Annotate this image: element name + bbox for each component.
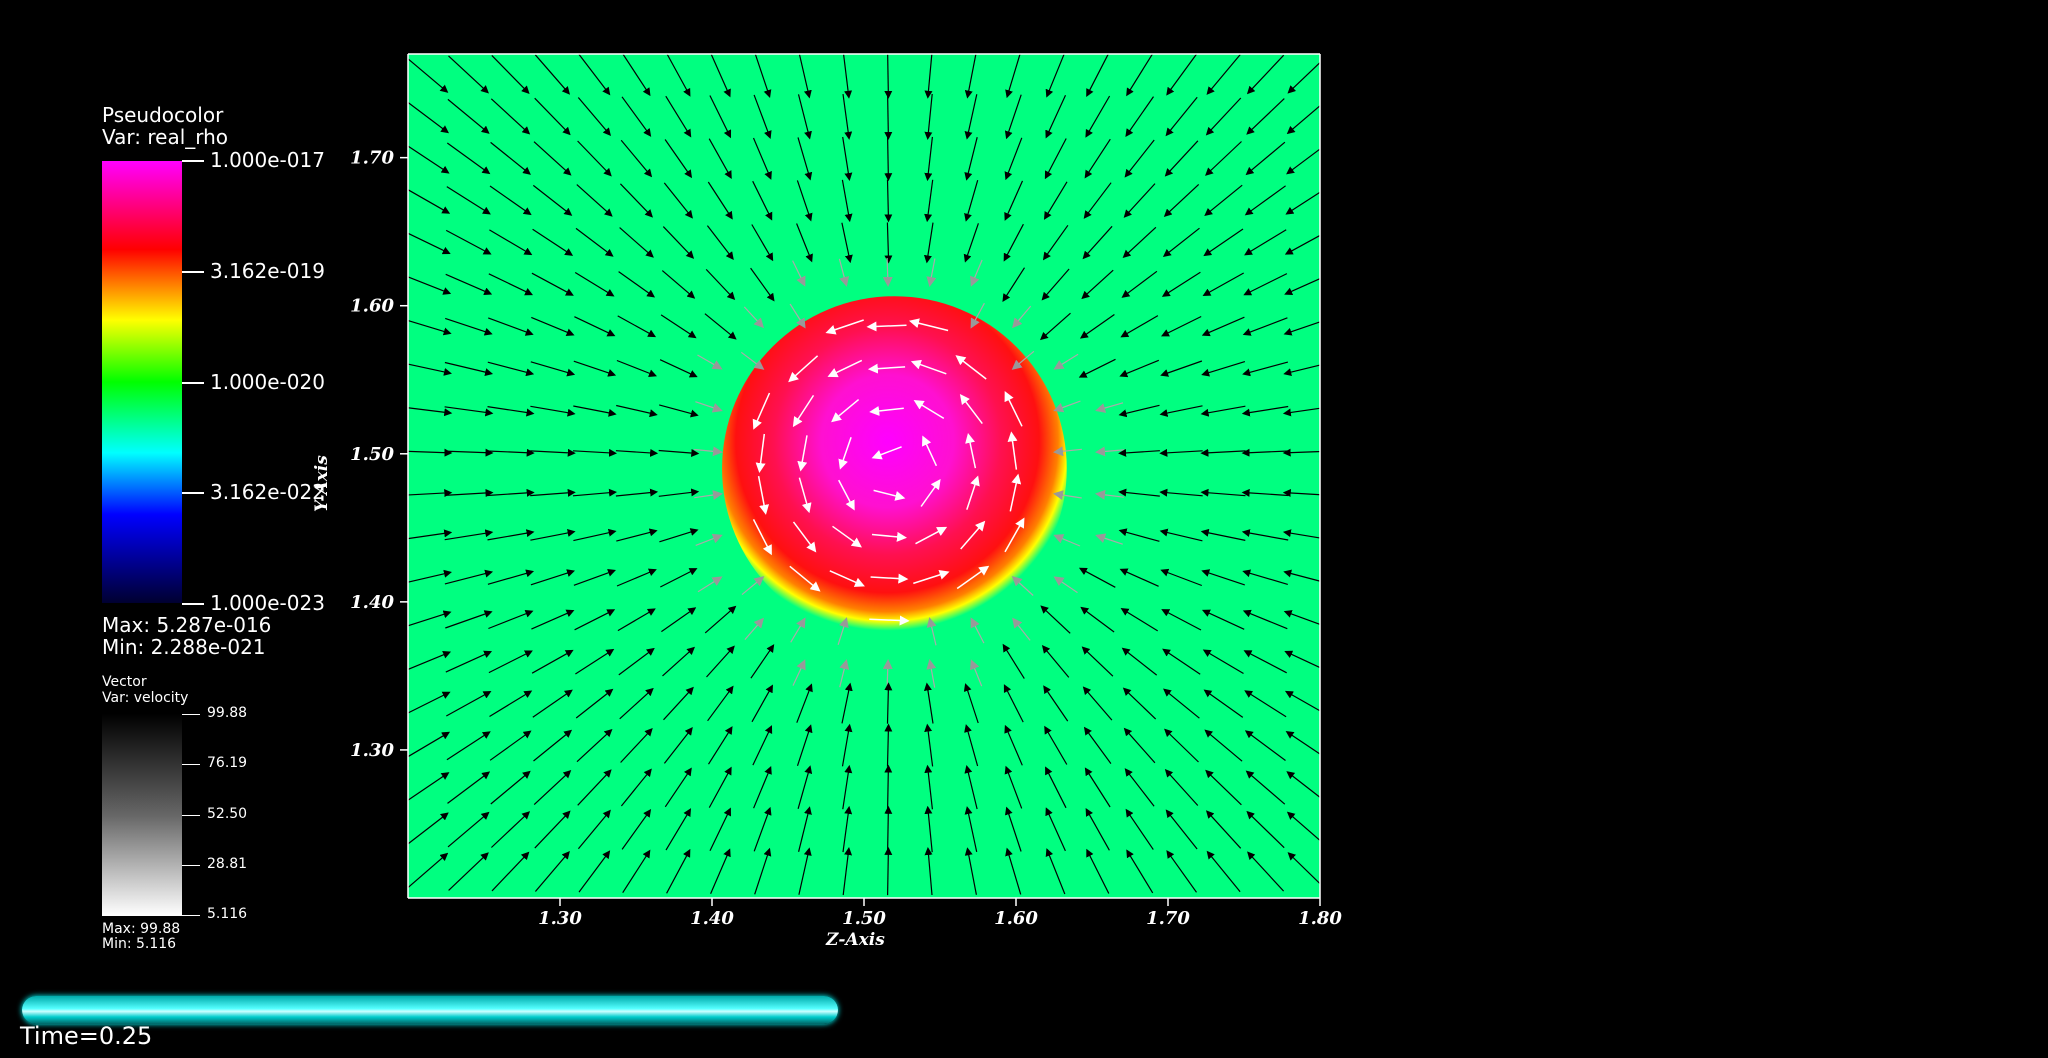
y-axis-title: Y-Axis [312,455,332,512]
velocity-arrow [884,136,893,182]
time-label: Time=0.25 [20,1022,153,1050]
x-tick-label: 1.40 [690,908,734,929]
x-tick-label: 1.80 [1298,908,1342,929]
x-tick-label: 1.30 [538,908,582,929]
density-blob [722,296,1067,641]
velocity-arrow [884,846,893,896]
x-tick-label: 1.50 [842,908,886,929]
y-tick-label: 1.30 [350,740,394,761]
velocity-arrow [884,51,893,99]
velocity-arrow [884,764,893,810]
y-tick-label: 1.40 [350,592,394,613]
x-tick-label: 1.70 [1146,908,1190,929]
time-progress-bar [22,996,838,1024]
y-tick-label: 1.70 [350,148,394,169]
x-axis-title: Z-Axis [826,930,885,950]
x-tick-label: 1.60 [994,908,1038,929]
y-tick-label: 1.50 [350,444,394,465]
velocity-arrow [884,805,893,853]
y-tick-label: 1.60 [350,296,394,317]
plot-svg: 1.30 1.40 1.50 1.60 1.70 1.80 1.70 1.60 1.50 1.40… [350,51,1342,929]
velocity-arrow [884,93,893,140]
